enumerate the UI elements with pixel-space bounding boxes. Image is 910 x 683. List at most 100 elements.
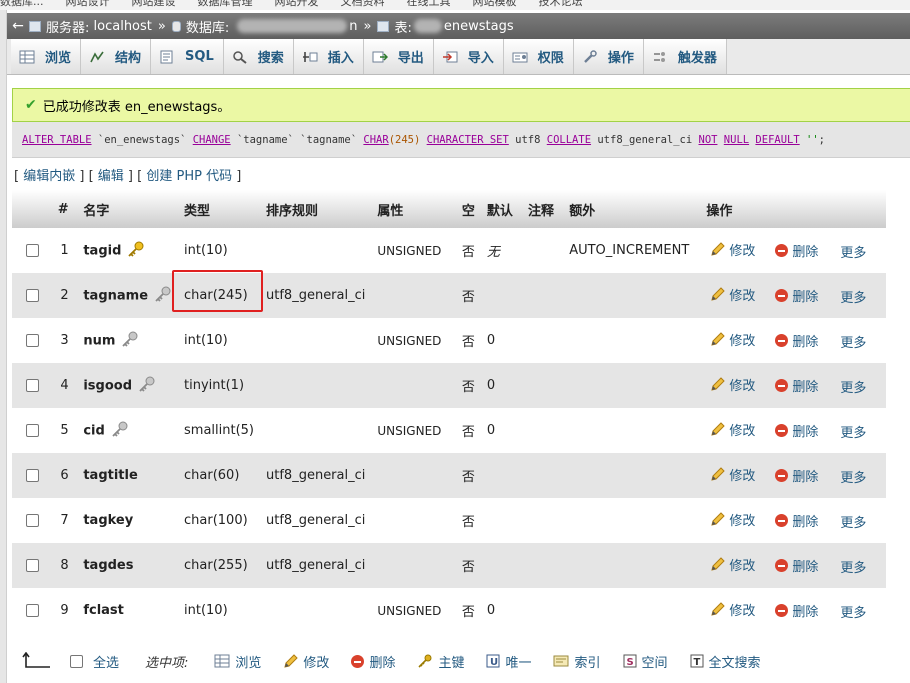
bulk-pencil-button[interactable]: 修改 <box>283 652 329 671</box>
redacted-text <box>237 19 348 33</box>
edit-action[interactable]: 修改 <box>710 285 755 304</box>
drop-action[interactable]: 删除 <box>775 556 818 575</box>
bookmark-item[interactable]: 在线工具 <box>407 0 451 8</box>
bulk-spatial-button[interactable]: S 空间 <box>623 652 668 671</box>
index-key-icon[interactable] <box>154 286 172 306</box>
tab-insert[interactable]: 插入 <box>293 39 364 74</box>
sql-keyword[interactable]: CHAR <box>363 134 388 146</box>
tab-browse[interactable]: 浏览 <box>11 39 82 74</box>
sql-keyword[interactable]: COLLATE <box>547 134 591 146</box>
drop-action[interactable]: 删除 <box>775 421 818 440</box>
edit-link[interactable]: 编辑 <box>98 169 124 184</box>
primary-key-icon <box>417 654 433 668</box>
drop-action[interactable]: 删除 <box>775 286 818 305</box>
field-name: tagkey <box>83 513 134 528</box>
primary-key-icon[interactable] <box>127 241 145 261</box>
check-all[interactable]: 全选 <box>70 652 119 671</box>
row-checkbox[interactable] <box>26 469 39 482</box>
more-action[interactable]: 更多 <box>840 467 866 486</box>
more-action[interactable]: 更多 <box>840 242 866 261</box>
breadcrumb-table[interactable]: 表: enewstags <box>377 17 514 36</box>
bookmark-item[interactable]: 网站开发 <box>275 0 319 8</box>
bookmark-item[interactable]: 数据库管理 <box>198 0 253 8</box>
sql-keyword[interactable]: NULL <box>724 134 749 146</box>
drop-action[interactable]: 删除 <box>775 376 818 395</box>
sql-keyword[interactable]: NOT <box>699 134 718 146</box>
cell-default: 0 <box>480 318 523 363</box>
bookmark-item[interactable]: 网站建设 <box>132 0 176 8</box>
index-key-icon[interactable] <box>138 376 156 396</box>
bookmark-item[interactable]: 文档资料 <box>341 0 385 8</box>
collapse-arrow-icon[interactable]: ← <box>7 18 29 34</box>
row-checkbox[interactable] <box>26 559 39 572</box>
index-key-icon[interactable] <box>121 331 139 351</box>
bulk-fulltext-button[interactable]: T 全文搜索 <box>690 652 761 671</box>
edit-inline-link[interactable]: 编辑内嵌 <box>23 169 75 184</box>
cell-extra <box>563 453 701 498</box>
cell-comment <box>522 453 564 498</box>
sql-keyword[interactable]: ALTER TABLE <box>22 134 92 146</box>
more-action[interactable]: 更多 <box>840 377 866 396</box>
drop-action[interactable]: 删除 <box>775 241 818 260</box>
row-checkbox[interactable] <box>26 379 39 392</box>
with-selected-label: 选中项: <box>145 655 189 671</box>
bulk-drop-button[interactable]: 删除 <box>351 652 395 671</box>
bookmark-item[interactable]: 网站设计 <box>66 0 110 8</box>
tab-sql[interactable]: SQL <box>151 39 224 74</box>
edit-action[interactable]: 修改 <box>710 330 755 349</box>
edit-action[interactable]: 修改 <box>710 555 755 574</box>
edit-action[interactable]: 修改 <box>710 420 755 439</box>
tab-import[interactable]: 导入 <box>433 39 504 74</box>
drop-action[interactable]: 删除 <box>775 466 818 485</box>
check-all-checkbox[interactable] <box>70 654 83 668</box>
edit-action[interactable]: 修改 <box>710 375 755 394</box>
browse-icon <box>19 50 35 64</box>
bookmark-item[interactable]: 数据库... <box>0 0 44 8</box>
row-checkbox[interactable] <box>26 289 39 302</box>
bookmark-item[interactable]: 网站模板 <box>473 0 517 8</box>
index-key-icon[interactable] <box>111 421 129 441</box>
tab-export[interactable]: 导出 <box>363 39 434 74</box>
bookmark-item[interactable]: 技术论坛 <box>539 0 583 8</box>
tab-search[interactable]: 搜索 <box>223 39 294 74</box>
cell-comment <box>522 363 564 408</box>
edit-action[interactable]: 修改 <box>710 510 755 529</box>
more-action[interactable]: 更多 <box>840 332 866 351</box>
more-action[interactable]: 更多 <box>840 287 866 306</box>
more-action[interactable]: 更多 <box>840 557 866 576</box>
edit-action[interactable]: 修改 <box>710 465 755 484</box>
drop-action[interactable]: 删除 <box>775 511 818 530</box>
search-icon <box>232 50 248 64</box>
row-checkbox[interactable] <box>26 334 39 347</box>
tab-privileges[interactable]: 权限 <box>503 39 574 74</box>
drop-action[interactable]: 删除 <box>775 601 818 620</box>
cell-default <box>480 273 523 318</box>
more-action[interactable]: 更多 <box>840 422 866 441</box>
field-name: tagdes <box>83 558 134 573</box>
bulk-unique-button[interactable]: U 唯一 <box>486 652 531 671</box>
breadcrumb-database[interactable]: 数据库: n <box>171 17 358 36</box>
bulk-browse-button[interactable]: 浏览 <box>214 652 261 671</box>
tab-structure[interactable]: 结构 <box>81 39 152 74</box>
breadcrumb-server[interactable]: 服务器: localhost <box>29 17 152 36</box>
bulk-index-button[interactable]: 索引 <box>553 652 601 671</box>
sql-keyword[interactable]: CHANGE <box>193 134 231 146</box>
row-checkbox[interactable] <box>26 424 39 437</box>
edit-action[interactable]: 修改 <box>710 600 755 619</box>
more-action[interactable]: 更多 <box>840 602 866 621</box>
create-php-link[interactable]: 创建 PHP 代码 <box>146 169 232 184</box>
row-checkbox[interactable] <box>26 514 39 527</box>
table-row: 1 tagid int(10) UNSIGNED 否无 AUTO_INCREMENT 修改 删… <box>12 228 886 273</box>
bulk-primary-key-button[interactable]: 主键 <box>417 652 464 671</box>
edit-action[interactable]: 修改 <box>710 240 755 259</box>
tab-triggers[interactable]: 触发器 <box>643 39 727 74</box>
more-action[interactable]: 更多 <box>840 512 866 531</box>
row-checkbox[interactable] <box>26 244 39 257</box>
sql-keyword[interactable]: DEFAULT <box>755 134 799 146</box>
row-checkbox[interactable] <box>26 604 39 617</box>
field-name: cid <box>83 423 105 438</box>
drop-action[interactable]: 删除 <box>775 331 818 350</box>
sql-keyword[interactable]: CHARACTER SET <box>427 134 509 146</box>
table-header-row: # 名字 类型 排序规则 属性空默认 注释 额外 操作 <box>12 190 886 228</box>
tab-operations[interactable]: 操作 <box>573 39 644 74</box>
